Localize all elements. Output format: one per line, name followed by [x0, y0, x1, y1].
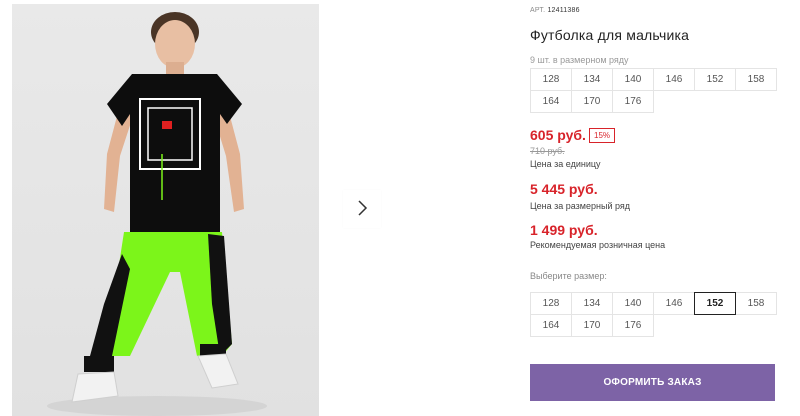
row-price: 5 445 руб.: [530, 181, 598, 197]
pack-size-cell: 158: [735, 68, 777, 91]
row-price-note: Цена за размерный ряд: [530, 201, 631, 211]
place-order-button[interactable]: ОФОРМИТЬ ЗАКАЗ: [530, 364, 775, 401]
size-option-164[interactable]: 164: [530, 314, 572, 337]
pack-size-cell: 164: [530, 90, 572, 113]
product-info: АРТ. 12411386 Футболка для мальчика 9 шт…: [530, 0, 785, 416]
product-page: АРТ. 12411386 Футболка для мальчика 9 шт…: [0, 0, 800, 416]
discount-badge: 15%: [589, 128, 616, 143]
rrp-price: 1 499 руб.: [530, 222, 598, 238]
pack-size-cell: 170: [571, 90, 613, 113]
product-gallery: [0, 0, 505, 416]
pack-size-cell: 134: [571, 68, 613, 91]
pack-size-cell: 152: [694, 68, 736, 91]
pack-size-cell: 128: [530, 68, 572, 91]
product-photo[interactable]: [12, 4, 319, 416]
chevron-right-icon: [356, 199, 368, 219]
unit-price-note: Цена за единицу: [530, 159, 601, 169]
size-option-140[interactable]: 140: [612, 292, 654, 315]
pack-size-cell: 146: [653, 68, 695, 91]
choose-size-label: Выберите размер:: [530, 271, 607, 281]
gallery-next-button[interactable]: [343, 190, 381, 228]
article-number: АРТ. 12411386: [530, 7, 580, 14]
unit-price: 605 руб.: [530, 127, 586, 143]
pack-size-grid: 128 134 140 146 152 158 164 170 176: [530, 68, 777, 113]
size-option-152[interactable]: 152: [694, 292, 736, 315]
boy-illustration: [47, 12, 267, 416]
size-option-134[interactable]: 134: [571, 292, 613, 315]
article-value: 12411386: [547, 7, 580, 14]
old-price: 710 руб.: [530, 146, 565, 156]
size-option-146[interactable]: 146: [653, 292, 695, 315]
pack-label: 9 шт. в размерном ряду: [530, 55, 629, 65]
size-option-158[interactable]: 158: [735, 292, 777, 315]
product-title: Футболка для мальчика: [530, 27, 690, 43]
pack-size-cell: 176: [612, 90, 654, 113]
pack-size-cell: 140: [612, 68, 654, 91]
size-option-176[interactable]: 176: [612, 314, 654, 337]
choose-size-grid: 128 134 140 146 152 158 164 170 176: [530, 292, 777, 337]
rrp-price-note: Рекомендуемая розничная цена: [530, 240, 666, 250]
size-option-170[interactable]: 170: [571, 314, 613, 337]
size-option-128[interactable]: 128: [530, 292, 572, 315]
article-prefix: АРТ.: [530, 7, 546, 14]
